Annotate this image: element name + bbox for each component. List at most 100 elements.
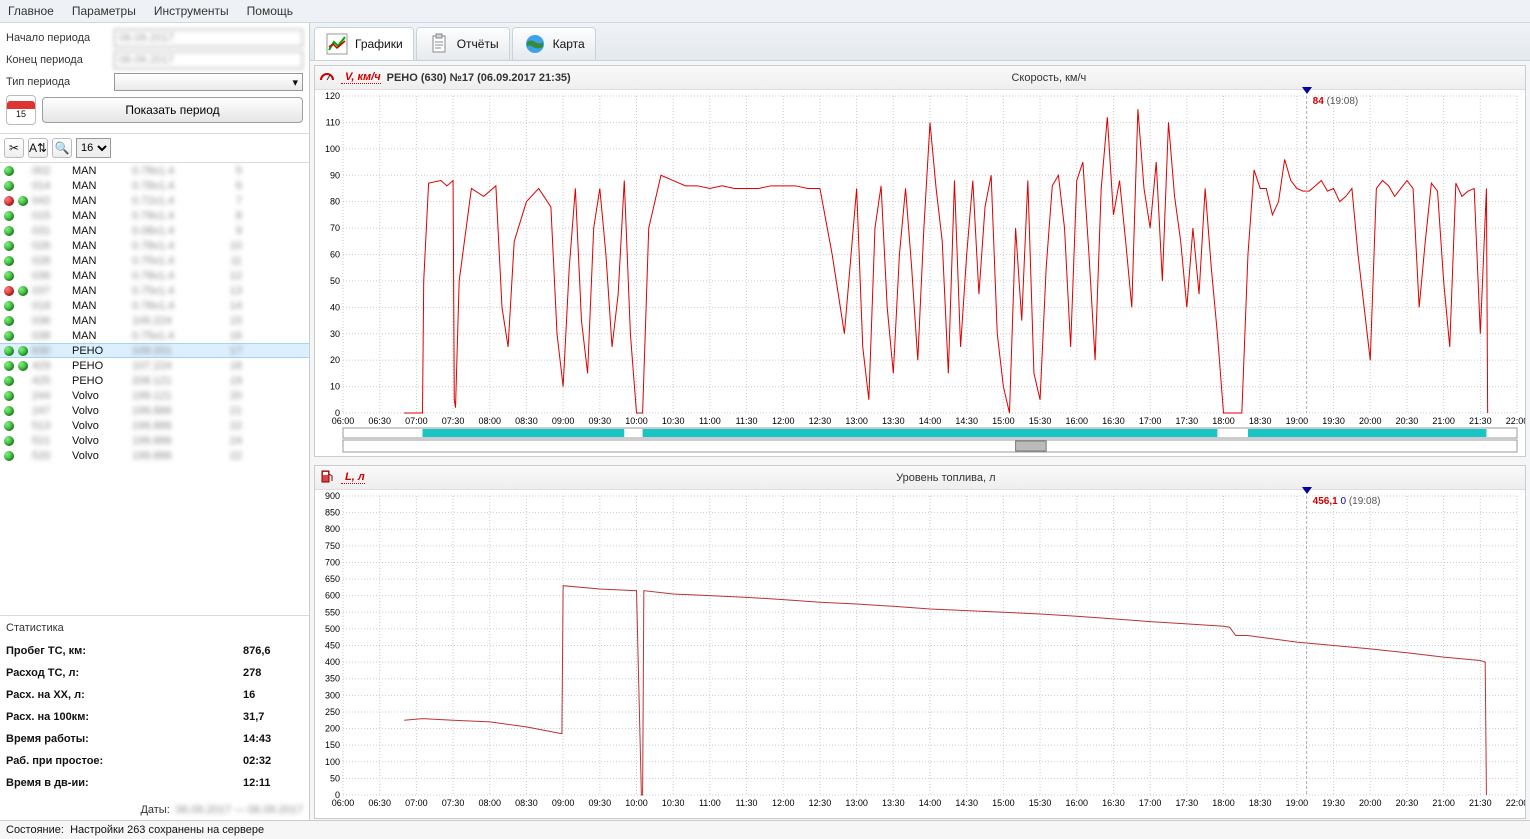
svg-text:700: 700 — [325, 557, 340, 567]
stat-row: Пробег ТС, км:876,6 — [6, 640, 303, 662]
svg-text:50: 50 — [330, 276, 340, 286]
svg-text:18:00: 18:00 — [1212, 798, 1235, 808]
svg-text:07:00: 07:00 — [405, 798, 428, 808]
list-item[interactable]: 520Volvo199.88622 — [0, 448, 309, 463]
svg-text:21:30: 21:30 — [1469, 798, 1492, 808]
list-item[interactable]: 026MAN0.78x1.410 — [0, 238, 309, 253]
list-item[interactable]: 036MAN109.22415 — [0, 313, 309, 328]
list-item[interactable]: 513Volvo199.88622 — [0, 418, 309, 433]
period-start-field[interactable]: 06.09.2017 — [114, 29, 303, 47]
fuel-title: Уровень топлива, л — [371, 472, 1521, 484]
period-panel: Начало периода 06.09.2017 Конец периода … — [0, 23, 309, 134]
svg-text:16:30: 16:30 — [1102, 798, 1125, 808]
svg-text:450: 450 — [325, 641, 340, 651]
svg-text:09:30: 09:30 — [589, 416, 612, 426]
stat-row: Время работы:14:43 — [6, 728, 303, 750]
stats-title: Статистика — [6, 622, 303, 634]
menu-main[interactable]: Главное — [8, 4, 54, 18]
svg-text:300: 300 — [325, 690, 340, 700]
svg-text:16:00: 16:00 — [1065, 798, 1088, 808]
svg-text:21:30: 21:30 — [1469, 416, 1492, 426]
chart-icon — [325, 32, 349, 56]
svg-text:200: 200 — [325, 724, 340, 734]
list-item[interactable]: 015MAN0.78x1.48 — [0, 208, 309, 223]
svg-text:19:00: 19:00 — [1286, 798, 1309, 808]
list-item[interactable]: 038MAN0.75x1.416 — [0, 328, 309, 343]
svg-text:18:00: 18:00 — [1212, 416, 1235, 426]
speed-title: Скорость, км/ч — [577, 72, 1521, 84]
svg-text:06:00: 06:00 — [332, 798, 355, 808]
period-type-combo[interactable]: ▾ — [114, 73, 303, 91]
menubar: Главное Параметры Инструменты Помощь — [0, 0, 1530, 23]
svg-text:20: 20 — [330, 355, 340, 365]
speed-chart-body[interactable]: 010203040506070809010011012006:0006:3007… — [315, 90, 1525, 456]
svg-text:17:00: 17:00 — [1139, 416, 1162, 426]
tab-graphs[interactable]: Графики — [314, 27, 414, 60]
fuel-chart: L, л Уровень топлива, л 0501001502002503… — [314, 465, 1526, 819]
svg-text:18:30: 18:30 — [1249, 416, 1272, 426]
svg-text:08:00: 08:00 — [478, 798, 501, 808]
vehicle-list[interactable]: 002MAN0.78x1.45014MAN0.78x1.46042MAN0.72… — [0, 163, 309, 615]
status-bar: Состояние: Настройки 263 сохранены на се… — [0, 820, 1530, 839]
svg-text:16:00: 16:00 — [1065, 416, 1088, 426]
tool-wrench-icon[interactable]: ✂ — [4, 138, 24, 158]
stat-row: Расх. на 100км:31,7 — [6, 706, 303, 728]
list-item[interactable]: 002MAN0.78x1.45 — [0, 163, 309, 178]
svg-text:250: 250 — [325, 707, 340, 717]
svg-text:13:30: 13:30 — [882, 416, 905, 426]
svg-text:19:00: 19:00 — [1286, 416, 1309, 426]
svg-text:750: 750 — [325, 541, 340, 551]
stat-row: Расход ТС, л:278 — [6, 662, 303, 684]
list-item[interactable]: 244Volvo199.12120 — [0, 388, 309, 403]
fuel-unit: L, л — [341, 471, 365, 484]
svg-text:13:30: 13:30 — [882, 798, 905, 808]
calendar-icon[interactable]: 15 — [6, 95, 36, 125]
svg-text:06:30: 06:30 — [368, 798, 391, 808]
svg-text:08:30: 08:30 — [515, 798, 538, 808]
menu-tools[interactable]: Инструменты — [154, 4, 229, 18]
list-item[interactable]: 042MAN0.72x1.47 — [0, 193, 309, 208]
speed-vehicle-header: РЕНО (630) №17 (06.09.2017 21:35) — [387, 72, 571, 84]
main-tabs: Графики Отчёты Карта — [310, 23, 1530, 61]
svg-text:14:30: 14:30 — [955, 416, 978, 426]
svg-text:19:30: 19:30 — [1322, 416, 1345, 426]
svg-text:16:30: 16:30 — [1102, 416, 1125, 426]
tool-zoom-icon[interactable]: 🔍 — [52, 138, 72, 158]
fuel-chart-body[interactable]: 0501001502002503003504004505005506006507… — [315, 490, 1525, 818]
svg-text:350: 350 — [325, 674, 340, 684]
svg-text:12:30: 12:30 — [809, 416, 832, 426]
side-toolbar: ✂ A⇅ 🔍 16 — [0, 134, 309, 163]
zoom-select[interactable]: 16 — [76, 138, 111, 158]
tab-map[interactable]: Карта — [512, 27, 596, 60]
period-end-field[interactable]: 06.09.2017 — [114, 51, 303, 69]
period-end-label: Конец периода — [6, 54, 114, 66]
list-item[interactable]: 037MAN0.75x1.413 — [0, 283, 309, 298]
list-item[interactable]: 630РЕНО109.20117 — [0, 343, 309, 358]
svg-text:90: 90 — [330, 170, 340, 180]
list-item[interactable]: 521Volvo199.88624 — [0, 433, 309, 448]
svg-text:09:30: 09:30 — [589, 798, 612, 808]
svg-text:21:00: 21:00 — [1432, 416, 1455, 426]
list-item[interactable]: 036MAN0.78x1.412 — [0, 268, 309, 283]
show-period-button[interactable]: Показать период — [42, 97, 303, 123]
list-item[interactable]: 425РЕНО208.12119 — [0, 373, 309, 388]
list-item[interactable]: 031MAN0.08x1.49 — [0, 223, 309, 238]
svg-text:10:30: 10:30 — [662, 416, 685, 426]
tool-sort-icon[interactable]: A⇅ — [28, 138, 48, 158]
svg-text:17:00: 17:00 — [1139, 798, 1162, 808]
stat-row: Раб. при простое:02:32 — [6, 750, 303, 772]
svg-text:100: 100 — [325, 144, 340, 154]
list-item[interactable]: 429РЕНО107.22418 — [0, 358, 309, 373]
list-item[interactable]: 018MAN0.78x1.414 — [0, 298, 309, 313]
svg-text:06:30: 06:30 — [368, 416, 391, 426]
dates-line: Даты: 06.09.2017 — 06.09.2017 — [0, 800, 309, 820]
svg-text:800: 800 — [325, 524, 340, 534]
menu-params[interactable]: Параметры — [72, 4, 136, 18]
list-item[interactable]: 028MAN0.75x1.411 — [0, 253, 309, 268]
list-item[interactable]: 014MAN0.78x1.46 — [0, 178, 309, 193]
tab-reports[interactable]: Отчёты — [416, 27, 510, 60]
menu-help[interactable]: Помощь — [247, 4, 293, 18]
list-item[interactable]: 247Volvo199.88621 — [0, 403, 309, 418]
svg-text:100: 100 — [325, 757, 340, 767]
svg-text:17:30: 17:30 — [1176, 798, 1199, 808]
